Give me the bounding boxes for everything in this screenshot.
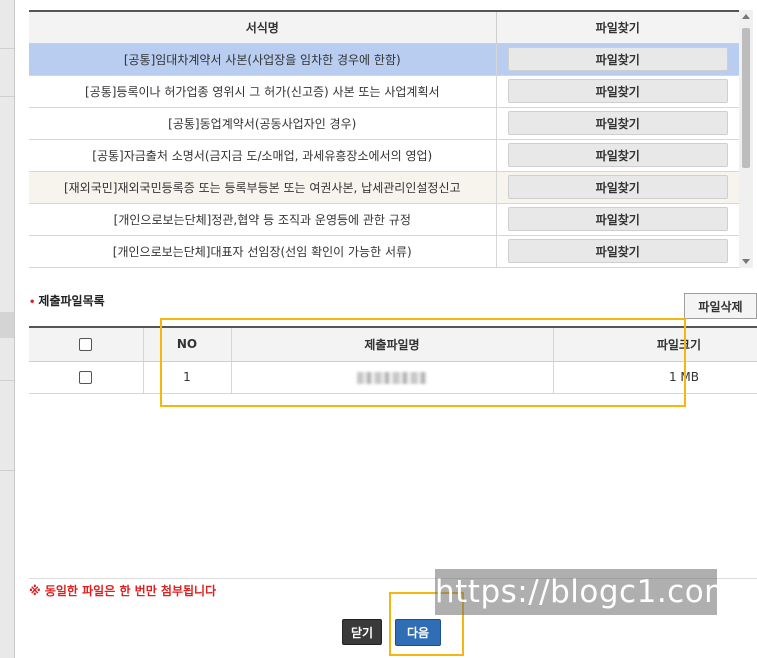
find-file-button[interactable]: 파일찾기 [507, 79, 728, 103]
form-name: [개인으로보는단체]대표자 선임장(선임 확인이 가능한 서류) [29, 235, 497, 268]
form-row[interactable]: [공통]자금출처 소명서(금지금 도/소매업, 과세유흥장소에서의 영업) 파일… [29, 139, 739, 172]
form-name: [공통]동업계약서(공동사업자인 경우) [29, 107, 497, 140]
find-file-button[interactable]: 파일찾기 [507, 175, 728, 199]
find-file-button[interactable]: 파일찾기 [507, 207, 728, 231]
find-file-button[interactable]: 파일찾기 [507, 143, 728, 167]
close-button[interactable]: 닫기 [342, 619, 382, 645]
form-name: [공통]등록이나 허가업종 영위시 그 허가(신고증) 사본 또는 사업계획서 [29, 75, 497, 108]
form-list-table: 서식명 파일찾기 [공통]임대차계약서 사본(사업장을 임차한 경우에 한함) … [29, 10, 739, 268]
submit-list-title-text: 제출파일목록 [38, 294, 105, 308]
background-tab [0, 312, 14, 338]
find-cell: 파일찾기 [496, 107, 739, 140]
find-file-button[interactable]: 파일찾기 [507, 111, 728, 135]
scroll-up-icon[interactable] [742, 14, 750, 19]
row-check-cell [29, 361, 144, 394]
delete-file-button[interactable]: 파일삭제 [684, 293, 757, 319]
find-file-header: 파일찾기 [496, 10, 739, 44]
form-row[interactable]: [재외국민]재외국민등록증 또는 등록부등본 또는 여권사본, 납세관리인설정신… [29, 171, 739, 204]
background-page [0, 0, 14, 658]
scroll-thumb[interactable] [742, 28, 750, 168]
find-cell: 파일찾기 [496, 43, 739, 76]
find-cell: 파일찾기 [496, 139, 739, 172]
form-list-scrollbar[interactable] [739, 10, 753, 268]
select-all-checkbox[interactable] [79, 338, 93, 352]
row-checkbox[interactable] [79, 371, 93, 384]
form-name-header: 서식명 [29, 10, 497, 44]
form-name: [개인으로보는단체]정관,협약 등 조직과 운영등에 관한 규정 [29, 203, 497, 236]
form-name: [공통]임대차계약서 사본(사업장을 임차한 경우에 한함) [29, 43, 497, 76]
form-name: [공통]자금출처 소명서(금지금 도/소매업, 과세유흥장소에서의 영업) [29, 139, 497, 172]
highlight-box-file-table [160, 318, 686, 407]
form-row[interactable]: [공통]등록이나 허가업종 영위시 그 허가(신고증) 사본 또는 사업계획서 … [29, 75, 739, 108]
watermark: https://blogc1.com [435, 569, 735, 615]
background-divider [0, 96, 14, 97]
form-row[interactable]: [개인으로보는단체]정관,협약 등 조직과 운영등에 관한 규정 파일찾기 [29, 203, 739, 236]
duplicate-file-notice: ※ 동일한 파일은 한 번만 첨부됩니다 [29, 584, 217, 598]
scroll-down-icon[interactable] [742, 259, 750, 264]
form-row[interactable]: [공통]동업계약서(공동사업자인 경우) 파일찾기 [29, 107, 739, 140]
watermark-text: https://blogc1.com [435, 574, 735, 610]
find-cell: 파일찾기 [496, 171, 739, 204]
background-divider [0, 48, 14, 49]
form-list: 서식명 파일찾기 [공통]임대차계약서 사본(사업장을 임차한 경우에 한함) … [29, 10, 753, 268]
file-attach-modal: 서식명 파일찾기 [공통]임대차계약서 사본(사업장을 임차한 경우에 한함) … [14, 0, 757, 658]
find-file-button[interactable]: 파일찾기 [507, 239, 728, 263]
find-file-button[interactable]: 파일찾기 [507, 47, 728, 71]
submit-list-title: • 제출파일목록 [29, 292, 105, 309]
background-divider [0, 470, 14, 471]
find-cell: 파일찾기 [496, 235, 739, 268]
find-cell: 파일찾기 [496, 75, 739, 108]
form-row[interactable]: [공통]임대차계약서 사본(사업장을 임차한 경우에 한함) 파일찾기 [29, 43, 739, 76]
background-divider [0, 380, 14, 381]
select-all-cell [29, 326, 144, 362]
form-name: [재외국민]재외국민등록증 또는 등록부등본 또는 여권사본, 납세관리인설정신… [29, 171, 497, 204]
bullet-icon: • [29, 297, 36, 308]
modal-topbar [15, 0, 757, 10]
find-cell: 파일찾기 [496, 203, 739, 236]
form-row[interactable]: [개인으로보는단체]대표자 선임장(선임 확인이 가능한 서류) 파일찾기 [29, 235, 739, 268]
form-list-header-row: 서식명 파일찾기 [29, 10, 739, 44]
